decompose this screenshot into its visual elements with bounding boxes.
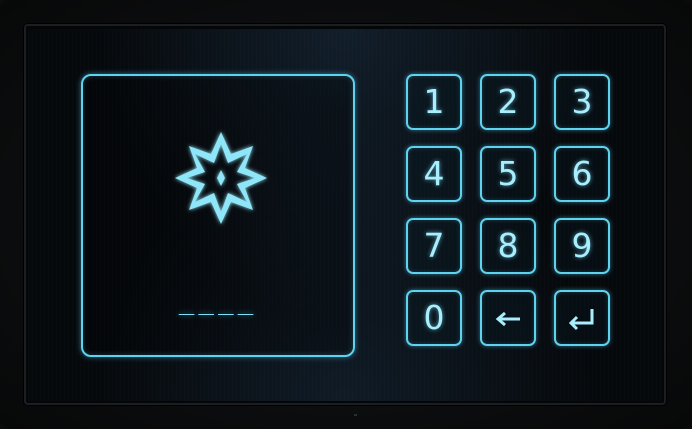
status-led [354, 414, 357, 416]
key-eight-button[interactable]: 8 [480, 218, 536, 274]
backspace-arrow-icon [495, 311, 520, 327]
key-label: 7 [423, 226, 445, 265]
key-backspace-button[interactable] [480, 290, 536, 346]
key-six-button[interactable]: 6 [554, 146, 610, 202]
key-label: 2 [497, 82, 519, 121]
key-label: 3 [571, 82, 593, 121]
key-label: 9 [571, 226, 593, 265]
key-label: 5 [497, 154, 519, 193]
key-two-button[interactable]: 2 [480, 74, 536, 130]
key-nine-button[interactable]: 9 [554, 218, 610, 274]
key-label: 1 [423, 82, 445, 121]
key-label: 0 [423, 298, 445, 337]
key-label: 8 [497, 226, 519, 265]
keypad-device: ____ 1 2 3 4 5 6 7 8 9 0 [0, 0, 692, 429]
key-one-button[interactable]: 1 [406, 74, 462, 130]
key-enter-button[interactable] [554, 290, 610, 346]
compass-star-icon [175, 132, 267, 224]
key-label: 4 [423, 154, 445, 193]
key-five-button[interactable]: 5 [480, 146, 536, 202]
code-display-panel: ____ [81, 74, 355, 357]
key-four-button[interactable]: 4 [406, 146, 462, 202]
key-label: 6 [571, 154, 593, 193]
code-readout: ____ [178, 286, 258, 316]
key-seven-button[interactable]: 7 [406, 218, 462, 274]
key-three-button[interactable]: 3 [554, 74, 610, 130]
key-zero-button[interactable]: 0 [406, 290, 462, 346]
enter-arrow-icon [568, 309, 594, 331]
